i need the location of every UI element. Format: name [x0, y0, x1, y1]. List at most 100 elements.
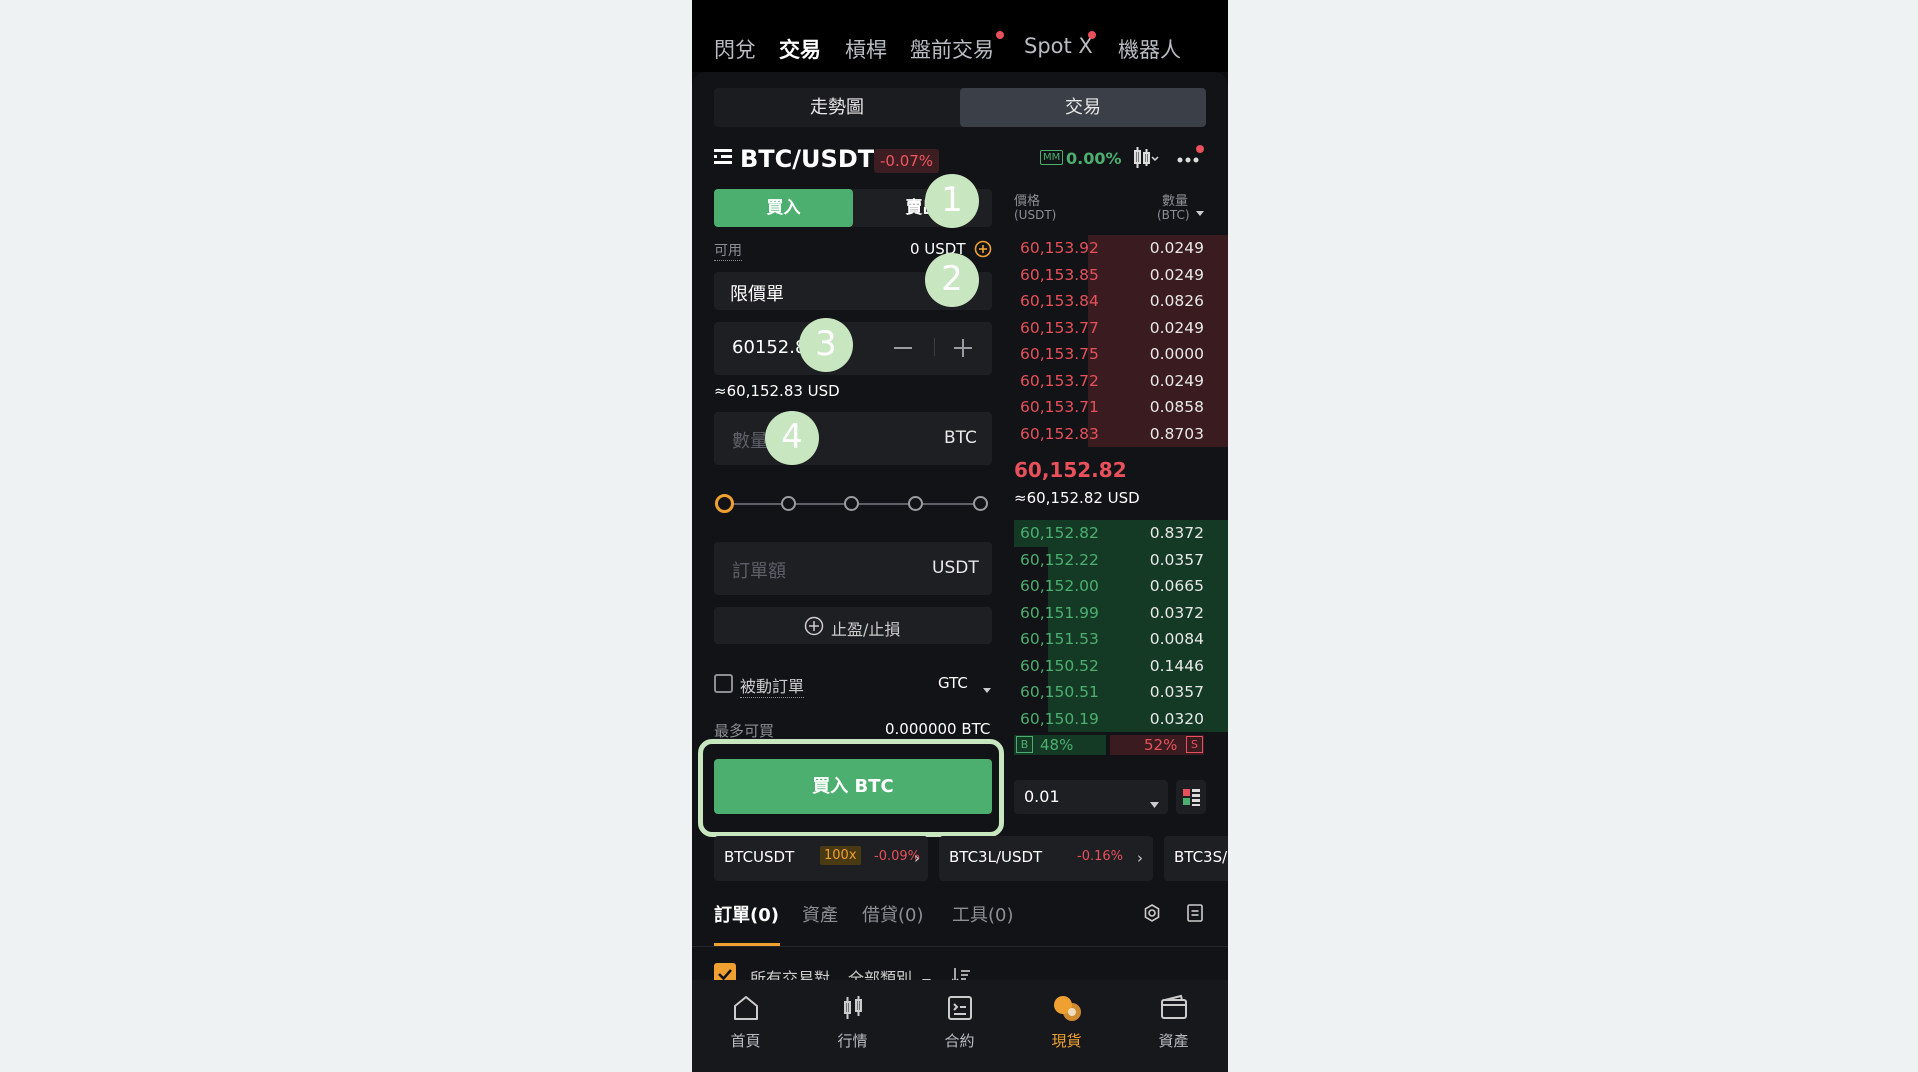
- mm-value: 0.00%: [1066, 149, 1122, 168]
- max-buy-value: 0.000000 BTC: [885, 720, 991, 738]
- slider-step-75[interactable]: [908, 496, 923, 511]
- precision-select[interactable]: 0.01: [1014, 780, 1168, 814]
- phone-screen: 閃兌 交易 槓桿 盤前交易 Spot X 機器人 走勢圖 交易 BTC/USDT…: [692, 0, 1228, 1072]
- bid-row[interactable]: 60,150.51 0.0357: [1014, 679, 1228, 706]
- annotation-marker: 2: [925, 253, 979, 307]
- ask-row[interactable]: 60,152.83 0.8703: [1014, 420, 1228, 447]
- bid-row[interactable]: 60,151.99 0.0372: [1014, 599, 1228, 626]
- top-nav: 閃兌 交易 槓桿 盤前交易 Spot X 機器人: [692, 0, 1228, 72]
- bid-row[interactable]: 60,152.22 0.0357: [1014, 546, 1228, 573]
- bottom-tab-contracts[interactable]: 合約: [906, 990, 1013, 1051]
- orderbook-layout-icon[interactable]: [1176, 780, 1206, 814]
- chevron-right-icon: ›: [1137, 849, 1143, 867]
- notification-dot: [996, 31, 1004, 39]
- time-in-force-select[interactable]: GTC: [938, 674, 968, 692]
- slider-step-25[interactable]: [781, 496, 796, 511]
- chevron-right-icon: ›: [914, 849, 920, 867]
- bottom-tab-spot[interactable]: 現貨: [1013, 990, 1120, 1051]
- buy-btc-button[interactable]: 買入 BTC: [714, 759, 992, 814]
- nav-spot-x[interactable]: Spot X: [1024, 34, 1093, 58]
- ask-row[interactable]: 60,153.84 0.0826: [1014, 288, 1228, 315]
- ask-row[interactable]: 60,153.72 0.0249: [1014, 367, 1228, 394]
- bid-row[interactable]: 60,151.53 0.0084: [1014, 626, 1228, 653]
- quantity-input[interactable]: 數量 BTC: [714, 412, 992, 465]
- divider: [692, 946, 1228, 947]
- home-icon: [692, 990, 799, 1026]
- spot-icon: [1013, 990, 1120, 1026]
- nav-bot[interactable]: 機器人: [1118, 34, 1181, 64]
- buy-tab[interactable]: 買入: [714, 189, 853, 227]
- chevron-down-icon: [1150, 794, 1159, 813]
- mm-badge: MM: [1040, 150, 1064, 165]
- bottom-tab-home[interactable]: 首頁: [692, 990, 799, 1051]
- related-pair-chip[interactable]: BTC3L/USDT -0.16% ›: [939, 836, 1153, 881]
- ask-row[interactable]: 60,153.77 0.0249: [1014, 314, 1228, 341]
- buy-ratio-badge: B: [1016, 736, 1033, 753]
- amount-placeholder: 訂單額: [732, 561, 786, 582]
- nav-convert[interactable]: 閃兌: [714, 34, 756, 64]
- bid-row[interactable]: 60,152.82 0.8372: [1014, 520, 1228, 547]
- notification-dot: [1196, 145, 1204, 153]
- ask-row[interactable]: 60,153.92 0.0249: [1014, 235, 1228, 262]
- pair-symbol[interactable]: BTC/USDT: [740, 145, 874, 173]
- sell-ratio: 52%: [1144, 736, 1178, 754]
- slider-step-100[interactable]: [973, 496, 988, 511]
- add-funds-icon[interactable]: [974, 240, 992, 258]
- post-only-label: 被動訂單: [740, 673, 805, 698]
- ob-qty-header: 數量: [1162, 194, 1189, 209]
- nav-margin[interactable]: 槓桿: [845, 34, 887, 64]
- bottom-tab-assets[interactable]: 資產: [1120, 990, 1227, 1051]
- chevron-down-icon: [982, 680, 992, 699]
- increase-price-button[interactable]: [952, 337, 974, 359]
- precision-value: 0.01: [1024, 787, 1060, 806]
- ask-row[interactable]: 60,153.85 0.0249: [1014, 261, 1228, 288]
- tab-orders[interactable]: 訂單(0): [714, 901, 779, 927]
- pair-change-badge: -0.07%: [874, 149, 940, 173]
- quantity-placeholder: 數量: [732, 431, 768, 452]
- sell-ratio-badge: S: [1186, 736, 1203, 753]
- ob-price-header: 價格: [1014, 194, 1041, 209]
- add-circle-icon: [804, 616, 824, 636]
- price-approx-usd: ≈60,152.83 USD: [714, 382, 840, 400]
- max-buy-label: 最多可買: [714, 722, 775, 740]
- ob-qty-unit: (BTC): [1157, 208, 1190, 222]
- last-price[interactable]: 60,152.82: [1014, 458, 1127, 482]
- tab-trade[interactable]: 交易: [960, 88, 1206, 127]
- notification-dot: [1088, 31, 1096, 39]
- amount-unit: USDT: [932, 558, 979, 578]
- tpsl-button[interactable]: 止盈/止損: [714, 607, 992, 644]
- menu-list-icon[interactable]: [714, 147, 734, 167]
- bid-row[interactable]: 60,152.00 0.0665: [1014, 573, 1228, 600]
- bid-row[interactable]: 60,150.52 0.1446: [1014, 652, 1228, 679]
- decrease-price-button[interactable]: [892, 337, 914, 359]
- settings-icon[interactable]: [1142, 903, 1162, 923]
- annotation-marker: 4: [765, 411, 819, 465]
- order-history-icon[interactable]: [1186, 903, 1204, 923]
- available-label: 可用: [714, 240, 742, 261]
- bid-row[interactable]: 60,150.19 0.0320: [1014, 705, 1228, 732]
- leverage-badge: 100x: [820, 846, 861, 865]
- nav-trade[interactable]: 交易: [779, 34, 821, 64]
- amount-slider-handle[interactable]: [715, 494, 734, 513]
- post-only-checkbox[interactable]: [714, 674, 733, 693]
- candlestick-icon: [799, 990, 906, 1026]
- ask-row[interactable]: 60,153.71 0.0858: [1014, 394, 1228, 421]
- related-pair-chip[interactable]: BTCUSDT 100x -0.09% ›: [714, 836, 928, 881]
- tab-chart[interactable]: 走勢圖: [714, 88, 960, 127]
- price-input[interactable]: 60152.83: [714, 322, 992, 375]
- slider-step-50[interactable]: [844, 496, 859, 511]
- chevron-down-icon[interactable]: [1196, 202, 1204, 221]
- tab-assets[interactable]: 資產: [802, 901, 838, 927]
- view-tabs: 走勢圖 交易: [714, 88, 1206, 127]
- last-price-usd: ≈60,152.82 USD: [1014, 489, 1140, 507]
- related-pair-chip[interactable]: BTC3S/: [1164, 836, 1228, 881]
- ask-row[interactable]: 60,153.75 0.0000: [1014, 341, 1228, 368]
- nav-premarket[interactable]: 盤前交易: [910, 34, 994, 64]
- candlestick-chart-icon[interactable]: [1132, 146, 1160, 170]
- order-amount-input[interactable]: 訂單額 USDT: [714, 542, 992, 595]
- annotation-marker: 1: [925, 174, 979, 228]
- bottom-tab-markets[interactable]: 行情: [799, 990, 906, 1051]
- tab-tools[interactable]: 工具(0): [952, 901, 1014, 927]
- tab-loans[interactable]: 借貸(0): [862, 901, 924, 927]
- quantity-unit: BTC: [944, 428, 977, 448]
